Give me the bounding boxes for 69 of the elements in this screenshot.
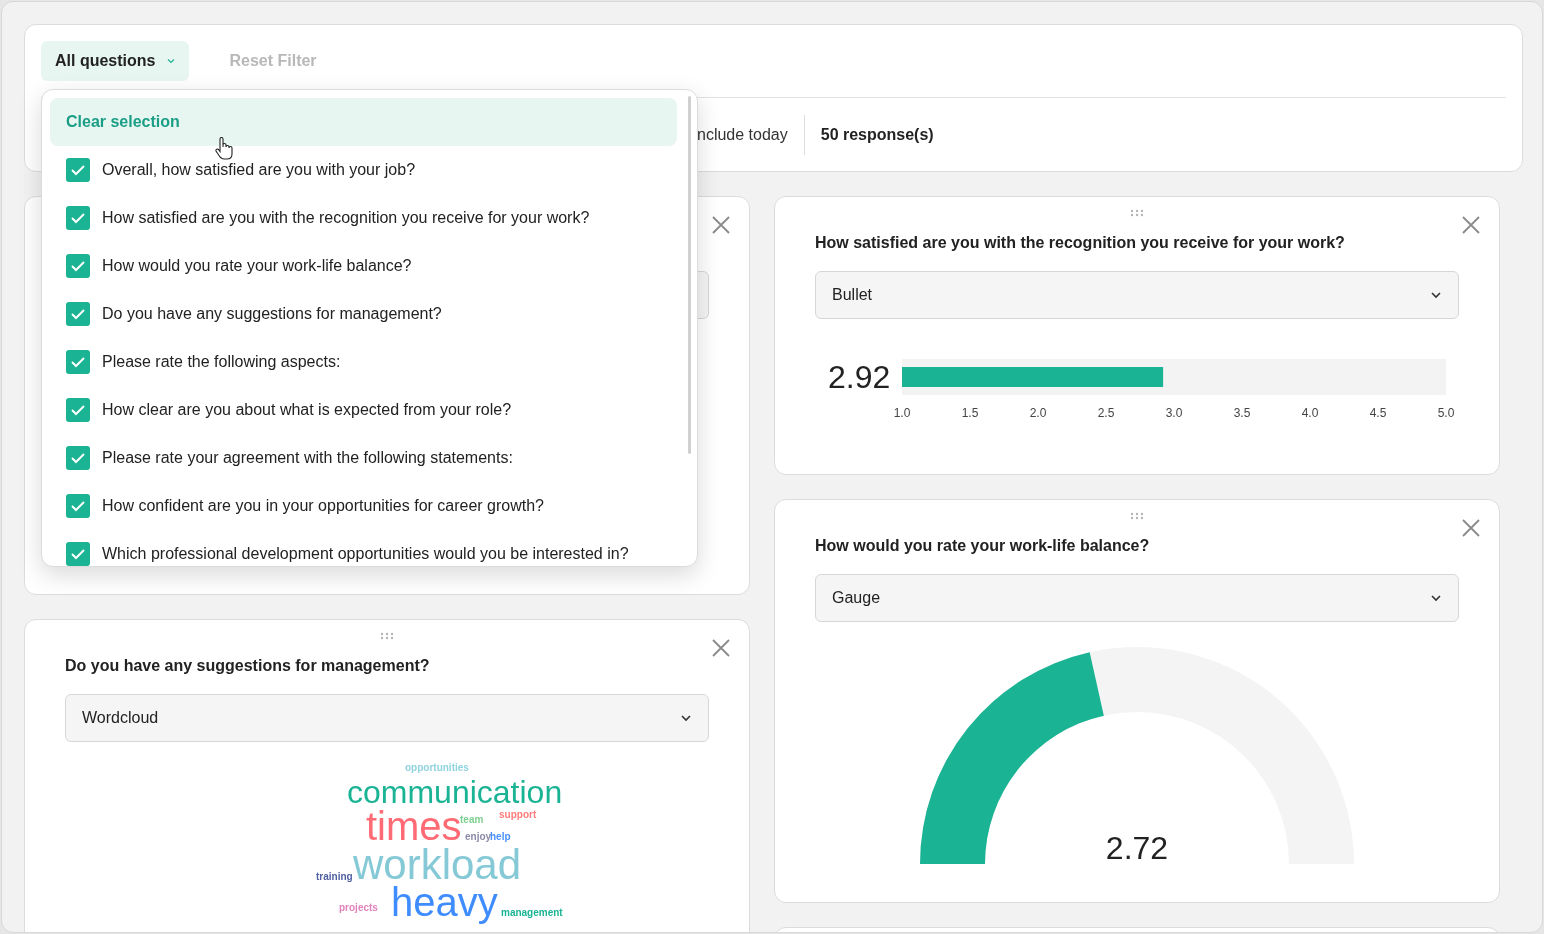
- check-icon: [70, 452, 86, 464]
- close-button[interactable]: [1461, 215, 1481, 235]
- cloud-word: management: [501, 908, 563, 918]
- checkbox[interactable]: [66, 446, 90, 470]
- scale-label: 4.5: [1369, 406, 1387, 420]
- close-button[interactable]: [711, 638, 731, 658]
- scale-label: 3.0: [1165, 406, 1183, 420]
- question-option[interactable]: Overall, how satisfied are you with your job?: [50, 146, 677, 194]
- check-icon: [70, 260, 86, 272]
- select-field[interactable]: Wordcloud: [65, 694, 709, 742]
- check-icon: [70, 548, 86, 560]
- chevron-down-icon: [167, 58, 176, 64]
- cloud-word: opportunities: [405, 763, 469, 773]
- card-title: How satisfied are you with the recognition you receive for your work?: [815, 233, 1346, 253]
- drag-handle-icon[interactable]: [1130, 209, 1144, 217]
- cloud-word: help: [490, 832, 511, 842]
- include-today-label[interactable]: nclude today: [697, 123, 804, 147]
- cloud-word: training: [316, 872, 353, 882]
- checkbox[interactable]: [66, 158, 90, 182]
- gauge-value: 2.72: [1104, 832, 1170, 864]
- scale-label: 1.5: [961, 406, 979, 420]
- question-option[interactable]: How would you rate your work-life balance?: [50, 242, 677, 290]
- check-icon: [70, 212, 86, 224]
- card-title: Do you have any suggestions for management?: [65, 656, 431, 676]
- cloud-word: projects: [339, 903, 378, 913]
- checkbox[interactable]: [66, 254, 90, 278]
- drag-handle-icon[interactable]: [380, 632, 394, 640]
- checkbox[interactable]: [66, 206, 90, 230]
- card-title: How would you rate your work-life balance?: [815, 536, 1151, 556]
- question-option[interactable]: How satisfied are you with the recognition you receive for your work?: [50, 194, 677, 242]
- checkbox[interactable]: [66, 350, 90, 374]
- question-option[interactable]: How clear are you about what is expected from your role?: [50, 386, 677, 434]
- scale-label: 1.0: [893, 406, 911, 420]
- checkbox[interactable]: [66, 302, 90, 326]
- select-field[interactable]: Gauge: [815, 574, 1459, 622]
- scale-label: 3.5: [1233, 406, 1251, 420]
- close-button[interactable]: [1461, 518, 1481, 538]
- chevron-down-icon: [680, 714, 692, 722]
- check-icon: [70, 500, 86, 512]
- question-option[interactable]: How confident are you in your opportunities for career growth?: [50, 482, 677, 530]
- scale-label: 5.0: [1437, 406, 1455, 420]
- check-icon: [70, 404, 86, 416]
- checkbox[interactable]: [66, 542, 90, 566]
- cloud-word: support: [499, 810, 537, 820]
- question-option[interactable]: Do you have any suggestions for management?: [50, 290, 677, 338]
- cloud-word: team: [460, 815, 484, 825]
- question-option[interactable]: Please rate your agreement with the following statements:: [50, 434, 677, 482]
- average-value: 2.92: [828, 361, 890, 393]
- check-icon: [70, 308, 86, 320]
- scale-label: 2.5: [1097, 406, 1115, 420]
- checkbox[interactable]: [66, 494, 90, 518]
- select-field[interactable]: Bullet: [815, 271, 1459, 319]
- question-option[interactable]: Please rate the following aspects:: [50, 338, 677, 386]
- close-button[interactable]: [711, 215, 731, 235]
- chevron-down-icon: [1430, 594, 1442, 602]
- check-icon: [70, 356, 86, 368]
- drag-handle-icon[interactable]: [1130, 512, 1144, 520]
- response-count: 50 response(s): [819, 125, 934, 145]
- scale-label: 4.0: [1301, 406, 1319, 420]
- question-filter-dropdown[interactable]: All questions: [41, 41, 190, 81]
- scale-label: 2.0: [1029, 406, 1047, 420]
- question-option[interactable]: Which professional development opportunities would you be interested in?: [50, 530, 677, 566]
- cloud-word: communication: [347, 776, 563, 808]
- check-icon: [70, 164, 86, 176]
- cloud-word: enjoy: [465, 832, 492, 842]
- chevron-down-icon: [1430, 291, 1442, 299]
- scrollbar[interactable]: [688, 96, 691, 454]
- hand-cursor-icon: [215, 137, 233, 161]
- checkbox[interactable]: [66, 398, 90, 422]
